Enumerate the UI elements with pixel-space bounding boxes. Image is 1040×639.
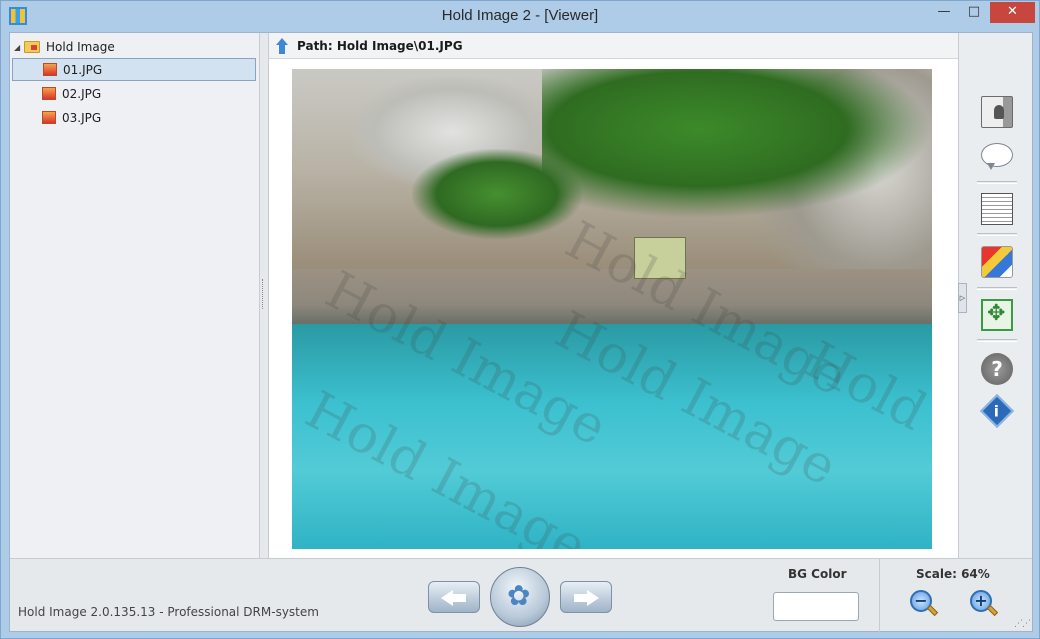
tree-root[interactable]: ◢ Hold Image: [14, 39, 115, 55]
document-icon[interactable]: [981, 193, 1013, 225]
minimize-button[interactable]: —: [931, 2, 957, 23]
image-file-icon: [43, 63, 57, 76]
tree-item-label: 03.JPG: [62, 110, 102, 125]
info-icon[interactable]: i: [980, 394, 1014, 428]
zoom-in-button[interactable]: +: [970, 590, 1000, 620]
preview-image: Hold Image Hold Image Hold Image Hold Im…: [292, 69, 932, 549]
status-text: Hold Image 2.0.135.13 - Professional DRM…: [18, 605, 319, 619]
path-bar: Path: Hold Image\01.JPG: [269, 33, 959, 59]
window-title: Hold Image 2 - [Viewer]: [441, 7, 599, 24]
image-file-icon: [42, 87, 56, 100]
tools-panel: ▷ ? i: [958, 33, 1032, 558]
toolbar-separator: [977, 181, 1017, 184]
folder-up-icon[interactable]: [275, 37, 289, 54]
scale-label: Scale: 64%: [916, 567, 990, 581]
folder-tree[interactable]: ◢ Hold Image 01.JPG 02.JPG 03.JPG: [10, 33, 260, 558]
divider: [879, 559, 880, 632]
tree-item-label: 01.JPG: [63, 62, 103, 77]
help-icon[interactable]: ?: [981, 353, 1013, 385]
photo-bushes: [412, 149, 582, 239]
toolbar-separator: [977, 287, 1017, 290]
path-label: Path: Hold Image\01.JPG: [297, 38, 463, 53]
previous-image-button[interactable]: [428, 581, 480, 613]
folder-icon: [24, 41, 40, 53]
close-button[interactable]: ✕: [990, 2, 1035, 23]
app-window: Hold Image 2 - [Viewer] — □ ✕ ◢ Hold Ima…: [0, 0, 1040, 639]
resize-grip-icon[interactable]: ⋰⋰: [1014, 619, 1031, 629]
tree-item-01[interactable]: 01.JPG: [12, 58, 256, 81]
collapse-panel-button[interactable]: ▷: [958, 283, 967, 313]
bg-color-picker[interactable]: [773, 592, 859, 621]
client-area: ◢ Hold Image 01.JPG 02.JPG 03.JPG Path: …: [9, 32, 1033, 632]
bottom-bar: Hold Image 2.0.135.13 - Professional DRM…: [10, 558, 1032, 632]
maximize-button[interactable]: □: [961, 2, 987, 23]
tree-root-label: Hold Image: [46, 40, 115, 54]
panel-splitter[interactable]: [260, 33, 268, 558]
toolbar-separator: [977, 339, 1017, 342]
lens-handle: [926, 604, 939, 617]
fit-to-window-icon[interactable]: [981, 299, 1013, 331]
image-viewer: Path: Hold Image\01.JPG Hold Image Hold …: [268, 33, 959, 558]
splitter-grip[interactable]: [262, 279, 265, 309]
info-glyph: i: [993, 402, 999, 421]
contacts-icon[interactable]: [981, 96, 1013, 128]
bg-color-label: BG Color: [788, 567, 847, 581]
palette-icon[interactable]: [981, 246, 1013, 278]
tree-item-03[interactable]: 03.JPG: [12, 106, 256, 129]
photo-trees: [542, 69, 932, 219]
lens-handle: [986, 604, 999, 617]
tree-item-label: 02.JPG: [62, 86, 102, 101]
zoom-out-button[interactable]: −: [910, 590, 940, 620]
protect-image-button[interactable]: [490, 567, 550, 627]
toolbar-separator: [977, 233, 1017, 236]
next-image-button[interactable]: [560, 581, 612, 613]
comment-icon[interactable]: [981, 143, 1013, 170]
image-file-icon: [42, 111, 56, 124]
title-bar[interactable]: Hold Image 2 - [Viewer] — □ ✕: [1, 1, 1039, 32]
tree-item-02[interactable]: 02.JPG: [12, 82, 256, 105]
expand-arrow-icon[interactable]: ◢: [14, 43, 24, 52]
